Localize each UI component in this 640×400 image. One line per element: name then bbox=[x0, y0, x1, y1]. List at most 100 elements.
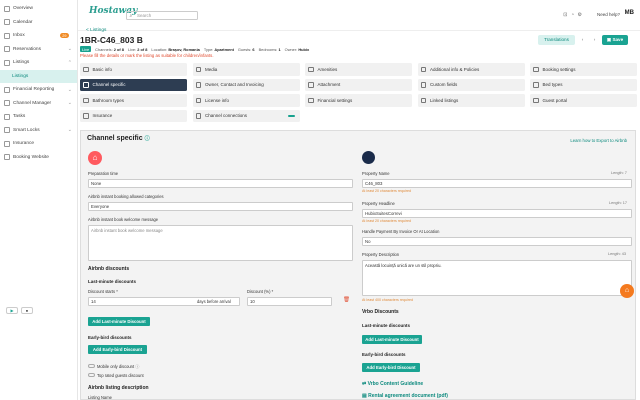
tab-channel-specific[interactable]: Channel specific bbox=[80, 78, 187, 91]
sidebar-item-label: Listings bbox=[13, 60, 30, 66]
sidebar-item-insurance[interactable]: Insurance bbox=[0, 137, 77, 151]
add-lastminute-discount-button[interactable]: Add Last-minute Discount bbox=[88, 317, 150, 326]
tab-additional-info[interactable]: Additional info & Policies bbox=[417, 63, 525, 76]
meta-type: Type: Apartment bbox=[203, 46, 234, 52]
breadcrumb[interactable]: < Listings bbox=[86, 28, 106, 33]
tab-label: Guest portal bbox=[542, 97, 568, 103]
airbnb-lastminute-heading: Last-minute discounts bbox=[88, 279, 137, 284]
tab-media[interactable]: Media bbox=[192, 63, 300, 76]
sidebar-item-calendar[interactable]: Calendar bbox=[0, 16, 77, 30]
tab-attachment[interactable]: Attachment bbox=[305, 78, 412, 91]
chart-icon bbox=[4, 86, 10, 93]
status-badge: Live bbox=[80, 46, 92, 52]
sidebar: Overview Calendar Inbox 29 Reservations ⌄ … bbox=[0, 0, 78, 400]
bed-icon bbox=[533, 82, 539, 88]
welcome-message-textarea[interactable]: Airbnb instant book welcome message bbox=[88, 225, 353, 261]
sidebar-item-listings-group[interactable]: Listings ⌃ bbox=[0, 56, 77, 70]
help-chat-button[interactable]: ⌂ bbox=[620, 284, 634, 298]
sidebar-item-booking-website[interactable]: Booking Website bbox=[0, 151, 77, 165]
sidebar-item-listings[interactable]: Listings bbox=[0, 69, 77, 83]
amenities-icon bbox=[308, 66, 314, 72]
listing-tabs: Basic info Media Amenities Additional in… bbox=[80, 63, 637, 122]
bell-icon[interactable]: ◔ bbox=[571, 12, 574, 18]
vrbo-earlybird-heading: Early-bird discounts bbox=[362, 352, 406, 357]
money-icon bbox=[308, 97, 314, 103]
tab-label: Channel connections bbox=[205, 113, 248, 119]
tab-linked-listings[interactable]: Linked listings bbox=[417, 94, 525, 107]
tab-license-info[interactable]: License info bbox=[192, 94, 300, 107]
instant-category-select[interactable]: Everyone bbox=[88, 202, 353, 211]
add-earlybird-discount-button[interactable]: Add Early-bird Discount bbox=[88, 345, 147, 354]
search-input[interactable]: ⌕ Search bbox=[126, 11, 198, 20]
tab-label: Linked listings bbox=[430, 97, 459, 103]
policy-icon bbox=[420, 66, 426, 72]
channel-specific-panel: Channel specific ⓘ Learn how to Export t… bbox=[80, 130, 636, 400]
airbnb-discounts-heading: Airbnb discounts bbox=[88, 266, 130, 272]
tab-channel-connections[interactable]: Channel connections bbox=[192, 109, 300, 122]
license-icon bbox=[195, 97, 201, 103]
lock-icon bbox=[4, 127, 10, 134]
vrbo-add-earlybird-button[interactable]: Add Early-bird Discount bbox=[362, 363, 420, 372]
help-link[interactable]: Need help? bbox=[597, 12, 620, 17]
tab-guest-portal[interactable]: Guest portal bbox=[530, 94, 637, 107]
calendar-icon bbox=[533, 66, 539, 72]
prev-listing-button[interactable]: ‹ bbox=[578, 35, 587, 45]
channel-icon bbox=[4, 100, 10, 107]
sidebar-item-financial-reporting[interactable]: Financial Reporting ⌄ bbox=[0, 83, 77, 97]
property-name-input[interactable]: C46_803 bbox=[362, 179, 632, 188]
tab-amenities[interactable]: Amenities bbox=[305, 63, 412, 76]
tab-financial-settings[interactable]: Financial settings bbox=[305, 94, 412, 107]
panel-title: Channel specific ⓘ bbox=[87, 135, 150, 142]
next-listing-button[interactable]: › bbox=[590, 35, 599, 45]
welcome-message-label: Airbnb instant book welcome message bbox=[88, 217, 159, 222]
sidebar-item-reservations[interactable]: Reservations ⌄ bbox=[0, 43, 77, 57]
inbox-icon bbox=[4, 32, 10, 39]
tab-insurance[interactable]: Insurance bbox=[80, 109, 187, 122]
property-name-length: Length: 7 bbox=[611, 171, 627, 175]
sidebar-item-inbox[interactable]: Inbox 29 bbox=[0, 29, 77, 43]
vrbo-add-lastminute-button[interactable]: Add Last-minute Discount bbox=[362, 335, 422, 344]
tab-bed-types[interactable]: Bed types bbox=[530, 78, 637, 91]
meta-bedrooms: Bedrooms: 1 bbox=[258, 46, 281, 52]
sidebar-item-tasks[interactable]: Tasks bbox=[0, 110, 77, 124]
settings-icon[interactable]: ⚙ bbox=[578, 12, 582, 18]
mobile-only-toggle[interactable]: Mobile only discount ⓘ bbox=[88, 364, 139, 370]
translations-button[interactable]: Translations bbox=[538, 35, 575, 45]
connection-status-indicator bbox=[287, 114, 295, 117]
topbar-icons: ⊡ ◔ ⚙ bbox=[563, 12, 582, 18]
tab-basic-info[interactable]: Basic info bbox=[80, 63, 187, 76]
property-description-label: Property Description bbox=[362, 252, 400, 257]
property-name-label: Property Name bbox=[362, 171, 390, 176]
sidebar-item-smart-locks[interactable]: Smart Locks ⌄ bbox=[0, 124, 77, 138]
sidebar-item-label: Financial Reporting bbox=[13, 87, 55, 93]
notification-icon[interactable]: ⊡ bbox=[563, 12, 567, 18]
prep-time-select[interactable]: None bbox=[88, 179, 353, 188]
sidebar-item-channel-manager[interactable]: Channel Manager ⌄ bbox=[0, 97, 77, 111]
vrbo-discounts-heading: Vrbo Discounts bbox=[362, 309, 399, 315]
apple-icon[interactable]: ● bbox=[21, 307, 33, 314]
tab-owner-contact[interactable]: Owner, Contact and Invoicing bbox=[192, 78, 300, 91]
rental-agreement-link[interactable]: ▤ Rental agreement document (pdf) bbox=[362, 393, 448, 399]
tab-label: Basic info bbox=[92, 66, 113, 72]
listing-meta: Live Channels: 2 of 8 Live: 2 of 8 Locat… bbox=[80, 46, 309, 52]
vrbo-content-guideline-link[interactable]: ⇄ Vrbo Content Guideline bbox=[362, 381, 423, 387]
save-button[interactable]: ▣ Save bbox=[602, 35, 628, 45]
headline-input[interactable]: HubixSuitesCorrevi bbox=[362, 209, 632, 218]
export-airbnb-link[interactable]: Learn how to Export to Airbnb bbox=[570, 138, 627, 143]
toprated-toggle[interactable]: Top rated guests discount bbox=[88, 373, 144, 378]
google-play-icon[interactable]: ▶ bbox=[6, 307, 18, 314]
avatar[interactable]: MB bbox=[625, 10, 634, 16]
chevron-down-icon: ⌄ bbox=[67, 100, 72, 107]
info-icon: ⓘ bbox=[144, 136, 150, 142]
property-description-textarea[interactable]: Această locuință unică are un stil propr… bbox=[362, 260, 632, 296]
tab-custom-fields[interactable]: Custom fields bbox=[417, 78, 525, 91]
discount-pct-input[interactable]: 10 bbox=[247, 297, 332, 306]
sidebar-item-overview[interactable]: Overview bbox=[0, 2, 77, 16]
tab-bathroom-types[interactable]: Bathroom types bbox=[80, 94, 187, 107]
tab-booking-settings[interactable]: Booking settings bbox=[530, 63, 637, 76]
tab-label: License info bbox=[205, 97, 230, 103]
invoice-select[interactable]: No bbox=[362, 237, 632, 246]
tab-label: Custom fields bbox=[430, 82, 458, 88]
trash-icon[interactable]: 🗑 bbox=[343, 297, 350, 303]
tab-label: Financial settings bbox=[317, 97, 353, 103]
